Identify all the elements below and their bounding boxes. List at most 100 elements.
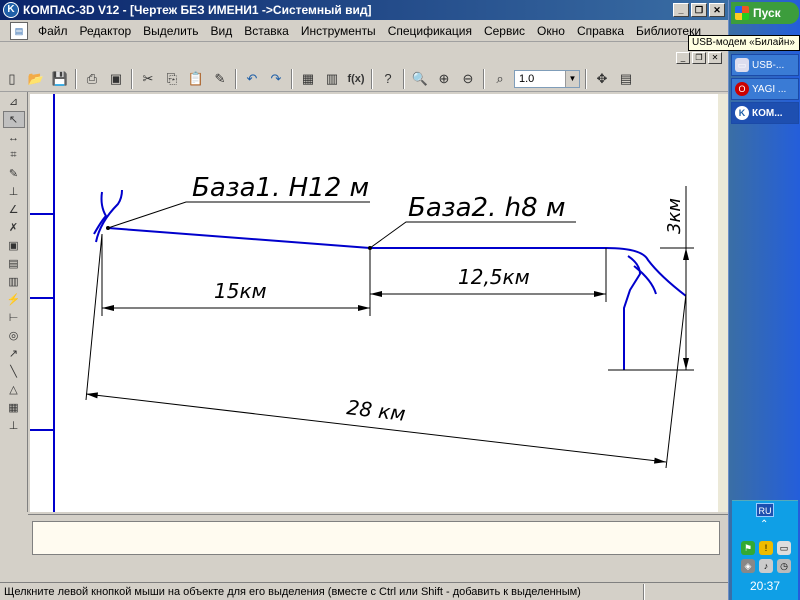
properties-area[interactable] [32, 521, 720, 555]
associative-view-icon[interactable]: ▣ [3, 237, 25, 254]
status-cell [644, 583, 728, 600]
taskbar-item-label: USB-... [752, 59, 785, 71]
manager-icon[interactable]: ▦ [297, 68, 319, 90]
chevron-up-icon[interactable]: ⌃ [760, 519, 768, 530]
menu-insert[interactable]: Вставка [238, 24, 295, 38]
security-icon[interactable]: ! [759, 541, 773, 555]
table-icon[interactable]: ▦ [3, 399, 25, 416]
chevron-down-icon[interactable]: ▼ [565, 70, 579, 87]
dim-28-label: 28 км [345, 395, 406, 426]
open-icon[interactable]: 📂 [25, 68, 47, 90]
edit-icon[interactable]: ✎ [3, 165, 25, 182]
dim-15-label: 15км [214, 279, 267, 303]
round-icon[interactable]: ◎ [3, 327, 25, 344]
undo-icon[interactable]: ↶ [241, 68, 263, 90]
select-tool-icon[interactable]: ✗ [3, 219, 25, 236]
dimensions-icon[interactable]: ↔ [3, 129, 25, 146]
new-icon[interactable]: ▯ [1, 68, 23, 90]
clock[interactable]: 20:37 [732, 579, 798, 593]
document-icon[interactable]: ▤ [10, 21, 28, 40]
dim-12-label: 12,5км [458, 265, 530, 289]
modem-tray-icon[interactable]: ▭ [777, 541, 791, 555]
zoom-in-icon[interactable]: ⊕ [433, 68, 455, 90]
zoom-select[interactable]: 1.0 ▼ [514, 69, 580, 88]
save-icon[interactable]: 💾 [49, 68, 71, 90]
shield-icon[interactable]: ◈ [741, 559, 755, 573]
preview-icon[interactable]: ▣ [105, 68, 127, 90]
geometry-icon[interactable]: ⊿ [3, 93, 25, 110]
drawing-canvas[interactable]: База1. H12 м База2. h8 м 15км 12,5км 3км [30, 94, 726, 512]
taskbar-item-label: КОМ... [752, 107, 783, 119]
compact-toolbar: ⊿ ↖ ↔ ⌗ ✎ ⊥ ∠ ✗ ▣ ▤ ▥ ⚡ ⊢ ◎ ↗ ╲ △ ▦ ⊥ [0, 92, 28, 512]
minimize-button[interactable]: _ [673, 3, 689, 17]
print-icon[interactable]: ⎙ [81, 68, 103, 90]
language-indicator[interactable]: RU [756, 503, 774, 517]
zoom-value: 1.0 [519, 72, 535, 85]
pan-icon[interactable]: ✥ [591, 68, 613, 90]
system-tray: RU ⌃ ⚑ ! ▭ ◈ ♪ ◷ 20:37 [732, 500, 798, 600]
volume-icon[interactable]: ♪ [759, 559, 773, 573]
taskbar-item-kompas[interactable]: K КОМ... [731, 102, 799, 124]
menu-bar: ▤ Файл Редактор Выделить Вид Вставка Инс… [0, 20, 728, 42]
profile-curve-right-inner [623, 255, 642, 370]
dim-12-arrow-right [594, 291, 606, 297]
dim-3-arrow-bottom [683, 358, 689, 370]
menu-specification[interactable]: Спецификация [382, 24, 478, 38]
start-button[interactable]: Пуск [731, 2, 799, 24]
profile-curve-left-hook [95, 189, 123, 243]
parametrization-icon[interactable]: ⊥ [3, 183, 25, 200]
function-icon[interactable]: f(x) [345, 68, 367, 90]
base1-leader [107, 201, 370, 229]
network-icon[interactable]: ⚑ [741, 541, 755, 555]
taskbar-item-yagi[interactable]: O YAGI ... [731, 78, 799, 100]
variables-icon[interactable]: ▥ [321, 68, 343, 90]
properties-panel [28, 514, 728, 560]
menu-window[interactable]: Окно [531, 24, 571, 38]
profile-curve-right [605, 247, 687, 297]
dim-28-ext-right [665, 293, 687, 469]
window-title: КОМПАС-3D V12 - [Чертеж БЕЗ ИМЕНИ1 ->Сис… [23, 3, 372, 17]
paste-icon[interactable]: 📋 [185, 68, 207, 90]
restore-button[interactable]: ❐ [691, 3, 707, 17]
drawing-svg: База1. H12 м База2. h8 м 15км 12,5км 3км [30, 94, 694, 512]
clock-tray-icon[interactable]: ◷ [777, 559, 791, 573]
doc-minimize-button[interactable]: _ [676, 52, 690, 64]
vertical-scrollbar[interactable] [718, 94, 728, 512]
redo-icon[interactable]: ↷ [265, 68, 287, 90]
measure-icon[interactable]: ∠ [3, 201, 25, 218]
spec-icon[interactable]: ▤ [3, 255, 25, 272]
boundary-icon[interactable]: ⊥ [3, 417, 25, 434]
notation-icon[interactable]: ⌗ [3, 147, 25, 164]
menu-view[interactable]: Вид [205, 24, 239, 38]
title-bar[interactable]: K КОМПАС-3D V12 - [Чертеж БЕЗ ИМЕНИ1 ->С… [0, 0, 728, 20]
snap-icon[interactable]: ⚡ [3, 291, 25, 308]
help-icon[interactable]: ? [377, 68, 399, 90]
refresh-icon[interactable]: ▤ [615, 68, 637, 90]
zoom-out-icon[interactable]: ⊖ [457, 68, 479, 90]
close-button[interactable]: ✕ [709, 3, 725, 17]
arrow-icon[interactable]: ↗ [3, 345, 25, 362]
line-tool-icon[interactable]: ╲ [3, 363, 25, 380]
menu-edit[interactable]: Редактор [74, 24, 138, 38]
doc-close-button[interactable]: ✕ [708, 52, 722, 64]
base2-leader [369, 221, 576, 249]
zoom-window-icon[interactable]: 🔍 [409, 68, 431, 90]
dim-28-arrow-right [654, 457, 666, 464]
windows-logo-icon [735, 6, 749, 20]
ortho-icon[interactable]: ⊢ [3, 309, 25, 326]
cut-icon[interactable]: ✂ [137, 68, 159, 90]
copy-icon[interactable]: ⎘ [161, 68, 183, 90]
menu-help[interactable]: Справка [571, 24, 630, 38]
report-icon[interactable]: ▥ [3, 273, 25, 290]
select-icon[interactable]: ↖ [2, 111, 25, 128]
menu-tools[interactable]: Инструменты [295, 24, 382, 38]
kompas-icon: K [3, 2, 19, 18]
menu-service[interactable]: Сервис [478, 24, 531, 38]
taskbar-item-usb[interactable]: ▭ USB-... [731, 54, 799, 76]
menu-select[interactable]: Выделить [137, 24, 204, 38]
properties-icon[interactable]: ✎ [209, 68, 231, 90]
zoom-scale-icon[interactable]: ⌕ [489, 68, 511, 90]
doc-restore-button[interactable]: ❐ [692, 52, 706, 64]
angle-icon[interactable]: △ [3, 381, 25, 398]
menu-file[interactable]: Файл [32, 24, 74, 38]
